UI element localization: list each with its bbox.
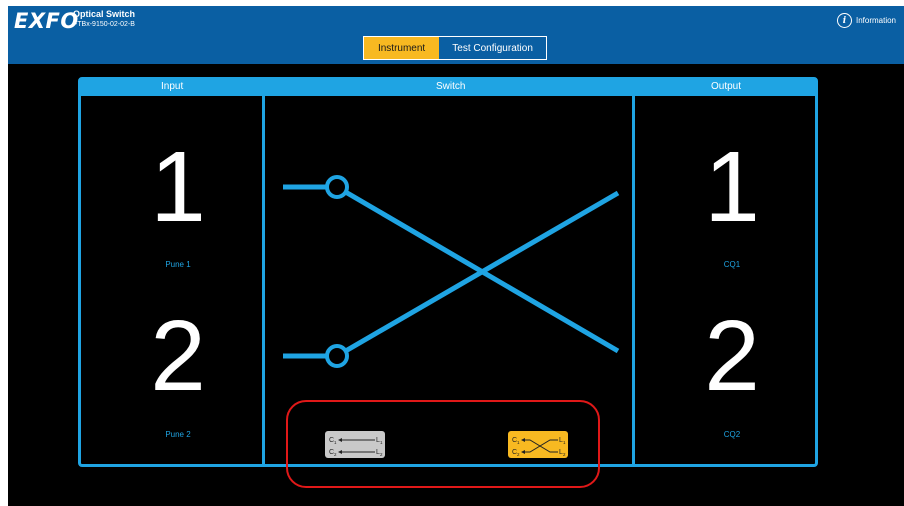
input-column-title: Input bbox=[161, 81, 184, 92]
output-port-1-label: CQ1 bbox=[723, 260, 741, 269]
exfo-logo: EXFO bbox=[14, 9, 79, 33]
svg-text:2: 2 bbox=[380, 452, 383, 457]
cross-state-button[interactable]: C 1 C 2 L 1 L 2 bbox=[508, 431, 568, 458]
svg-text:1: 1 bbox=[334, 440, 337, 445]
app-header: EXFO Optical Switch FTBx-9150-02-02-B i … bbox=[8, 6, 904, 64]
cross-state-icon: C 1 C 2 L 1 L 2 bbox=[512, 437, 566, 457]
input-1-pivot bbox=[325, 175, 349, 199]
bar-state-icon: C 1 C 2 L 1 L 2 bbox=[329, 437, 383, 457]
output-port-2-number: 2 bbox=[704, 300, 760, 412]
column-divider-left bbox=[262, 96, 265, 464]
information-label: Information bbox=[855, 16, 896, 25]
tab-test-configuration[interactable]: Test Configuration bbox=[439, 37, 546, 59]
output-port-1-number: 1 bbox=[704, 131, 760, 243]
cross-path-1-to-2 bbox=[335, 184, 620, 354]
input-port-2-label: Pune 2 bbox=[165, 430, 191, 439]
svg-text:1: 1 bbox=[380, 440, 383, 445]
cross-path-2-to-1 bbox=[335, 190, 620, 359]
input-port-1-number: 1 bbox=[150, 131, 206, 243]
input-port-1-label: Pune 1 bbox=[165, 260, 191, 269]
input-port-2-number: 2 bbox=[150, 300, 206, 412]
bar-state-button[interactable]: C 1 C 2 L 1 L 2 bbox=[325, 431, 385, 458]
svg-text:1: 1 bbox=[563, 440, 566, 445]
app-title: Optical Switch bbox=[73, 9, 136, 19]
svg-text:1: 1 bbox=[517, 440, 520, 445]
main-tabs: Instrument Test Configuration bbox=[363, 36, 547, 60]
information-button[interactable]: i Information bbox=[836, 13, 896, 28]
input-2-pivot bbox=[325, 344, 349, 368]
output-column-title: Output bbox=[711, 81, 742, 92]
output-port-2-label: CQ2 bbox=[723, 430, 741, 439]
svg-text:2: 2 bbox=[563, 452, 566, 457]
info-icon: i bbox=[836, 13, 852, 28]
tab-instrument[interactable]: Instrument bbox=[364, 37, 440, 59]
switch-column-title: Switch bbox=[436, 81, 466, 92]
switch-diagram bbox=[283, 175, 620, 368]
svg-text:2: 2 bbox=[517, 452, 520, 457]
svg-text:2: 2 bbox=[334, 452, 337, 457]
app-subtitle: FTBx-9150-02-02-B bbox=[73, 21, 135, 28]
panel-header: Input Switch Output bbox=[81, 80, 815, 96]
